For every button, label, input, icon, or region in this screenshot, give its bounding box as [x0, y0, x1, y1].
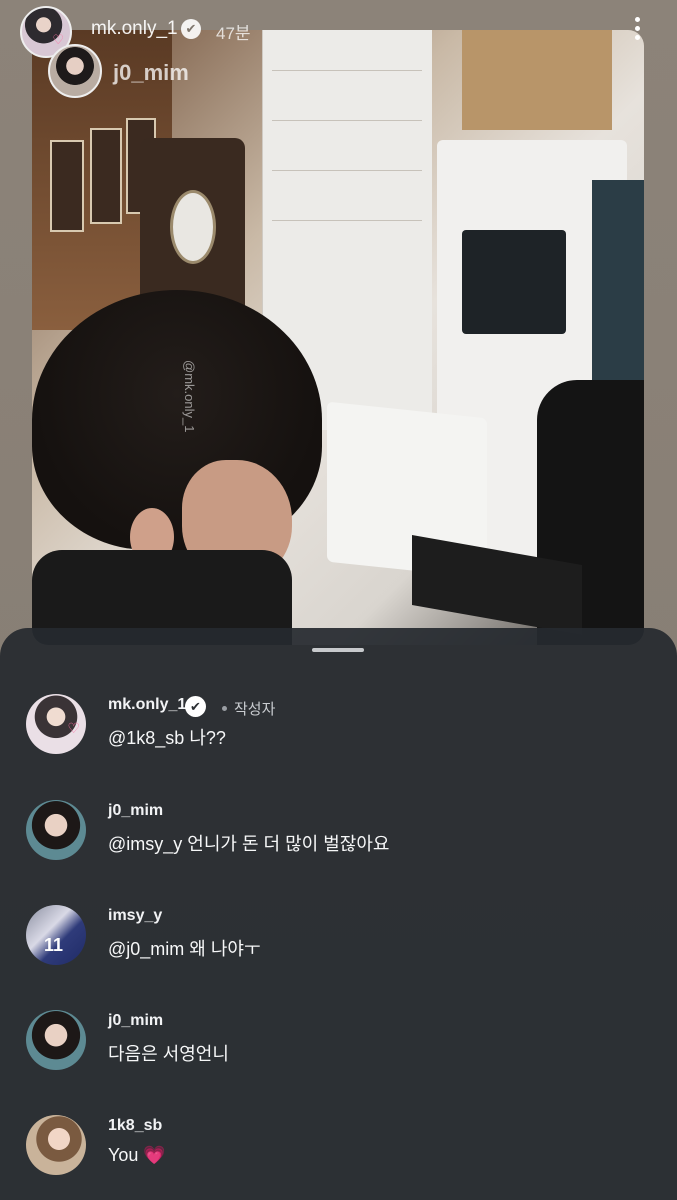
- mention-tag[interactable]: j0_mim: [113, 60, 189, 86]
- more-vertical-icon: [634, 26, 640, 31]
- story-author-username[interactable]: mk.only_1: [91, 18, 178, 40]
- comment-text: You 💗: [108, 1145, 166, 1166]
- verified-icon: ✔: [181, 19, 201, 39]
- photo-cabinet-line: [272, 120, 422, 121]
- comment-username[interactable]: mk.only_1: [108, 696, 186, 714]
- comment-text: 다음은 서영언니: [108, 1044, 229, 1064]
- photo-tablet: [462, 230, 566, 334]
- verified-icon: ✔: [185, 696, 206, 717]
- comment-text: @j0_mim 왜 나야ㅜ: [108, 939, 261, 959]
- story-photo[interactable]: @mk.only_1: [32, 30, 644, 645]
- more-vertical-icon: [634, 17, 640, 22]
- story-timestamp: 47분: [216, 24, 251, 43]
- comment-item[interactable]: j0_mim @imsy_y 언니가 돈 더 많이 벌잖아요: [0, 800, 677, 890]
- heart-emoji-icon: 💗: [143, 1145, 166, 1165]
- comment-text: @1k8_sb 나??: [108, 728, 226, 748]
- mentioned-user-avatar[interactable]: [48, 44, 102, 98]
- comment-username[interactable]: 1k8_sb: [108, 1117, 162, 1135]
- photo-clock-face: [170, 190, 216, 264]
- avatar[interactable]: ♡: [26, 694, 86, 754]
- comments-sheet[interactable]: ♡ mk.only_1 ✔ 작성자 @1k8_sb 나?? j0_mim @im…: [0, 628, 677, 1200]
- heart-icon: ♡: [52, 32, 64, 47]
- avatar[interactable]: [26, 800, 86, 860]
- more-options-button[interactable]: [622, 14, 652, 48]
- comment-text-body: You: [108, 1145, 139, 1165]
- photo-poster: [90, 128, 122, 224]
- comment-item[interactable]: 1k8_sb You 💗: [0, 1115, 677, 1200]
- author-label: 작성자: [234, 701, 276, 718]
- comment-item[interactable]: 11 imsy_y @j0_mim 왜 나야ㅜ: [0, 905, 677, 995]
- photo-poster: [50, 140, 84, 232]
- more-vertical-icon: [634, 35, 640, 40]
- comment-text: @imsy_y 언니가 돈 더 많이 벌잖아요: [108, 834, 390, 854]
- comment-username[interactable]: imsy_y: [108, 907, 162, 925]
- avatar[interactable]: 11: [26, 905, 86, 965]
- avatar[interactable]: [26, 1010, 86, 1070]
- comment-username[interactable]: j0_mim: [108, 1012, 163, 1030]
- photo-cabinet-line: [272, 70, 422, 71]
- photo-box: [462, 30, 612, 130]
- comment-item[interactable]: j0_mim 다음은 서영언니: [0, 1010, 677, 1100]
- photo-watermark: @mk.only_1: [182, 360, 197, 433]
- photo-cabinet-line: [272, 170, 422, 171]
- avatar-jersey-number: 11: [44, 935, 64, 955]
- heart-icon: ♡: [67, 720, 80, 736]
- comment-item[interactable]: ♡ mk.only_1 ✔ 작성자 @1k8_sb 나??: [0, 694, 677, 784]
- photo-cabinet-line: [272, 220, 422, 221]
- separator-dot: [222, 706, 227, 711]
- comment-username[interactable]: j0_mim: [108, 802, 163, 820]
- sheet-drag-handle[interactable]: [312, 648, 364, 652]
- avatar[interactable]: [26, 1115, 86, 1175]
